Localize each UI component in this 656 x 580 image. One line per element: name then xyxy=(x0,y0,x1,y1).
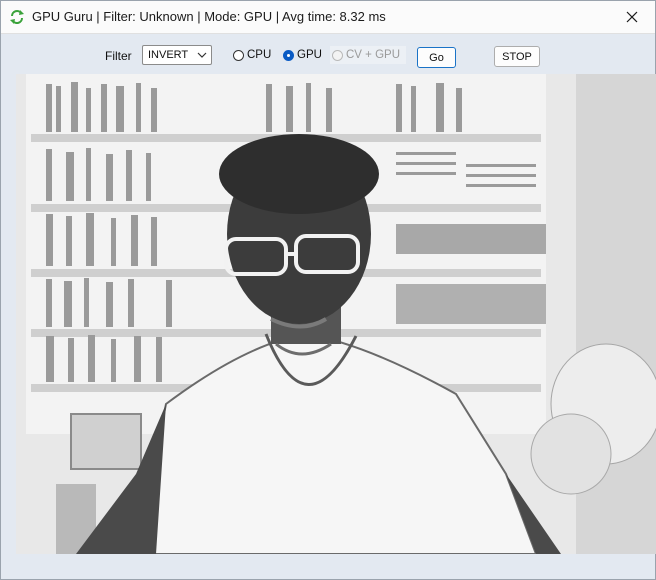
filter-select[interactable]: INVERT xyxy=(142,45,212,65)
close-button[interactable] xyxy=(609,1,655,33)
mode-radio-cv-gpu: CV + GPU xyxy=(332,47,400,63)
radio-indicator-checked xyxy=(283,49,294,61)
mode-radio-cpu[interactable]: CPU xyxy=(233,47,271,63)
stop-button[interactable]: STOP xyxy=(494,46,540,67)
camera-frame-image xyxy=(16,74,656,554)
radio-indicator xyxy=(233,49,244,61)
filter-select-value: INVERT xyxy=(148,49,189,61)
window-title: GPU Guru | Filter: Unknown | Mode: GPU |… xyxy=(32,9,386,24)
mode-radio-gpu[interactable]: GPU xyxy=(283,47,322,63)
toolbar: Filter INVERT CPU GPU CV + GPU Go STOP xyxy=(1,34,655,74)
mode-label-cv-gpu: CV + GPU xyxy=(346,49,401,61)
close-icon xyxy=(626,11,638,23)
title-bar: GPU Guru | Filter: Unknown | Mode: GPU |… xyxy=(1,1,655,34)
app-window: GPU Guru | Filter: Unknown | Mode: GPU |… xyxy=(0,0,656,580)
chevron-down-icon xyxy=(197,52,207,58)
filter-label: Filter xyxy=(105,49,132,63)
camera-feed xyxy=(16,74,656,554)
refresh-arrows-icon xyxy=(10,10,24,24)
go-button[interactable]: Go xyxy=(417,47,456,68)
radio-indicator-disabled xyxy=(332,49,343,61)
mode-label-gpu: GPU xyxy=(297,49,322,61)
mode-label-cpu: CPU xyxy=(247,49,272,61)
